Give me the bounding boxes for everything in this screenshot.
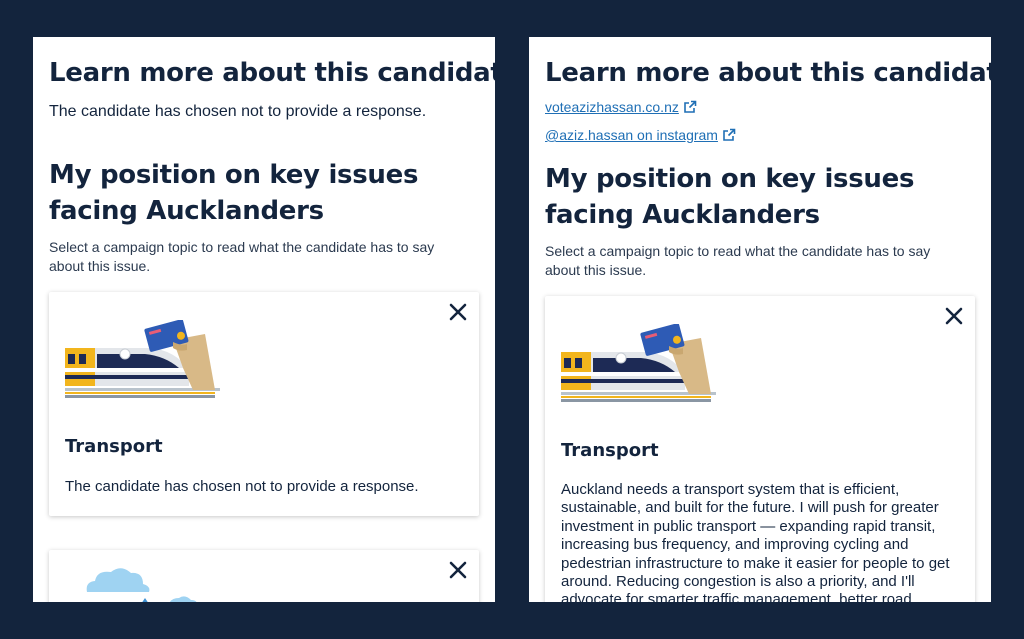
website-link-label[interactable]: voteazizhassan.co.nz <box>545 99 679 115</box>
train-card-illustration <box>561 324 716 402</box>
cloud-illustration <box>86 568 197 602</box>
close-icon[interactable] <box>447 301 469 323</box>
select-topic-text: Select a campaign topic to read what the… <box>49 239 435 274</box>
card-body: The candidate has chosen not to provide … <box>65 478 419 495</box>
topic-card-transport[interactable]: Transport Auckland needs a transport sys… <box>545 296 975 602</box>
select-topic-text: Select a campaign topic to read what the… <box>545 243 931 278</box>
external-link-icon <box>723 128 736 141</box>
learn-more-heading: Learn more about this candidate <box>545 58 991 88</box>
no-response-text: The candidate has chosen not to provide … <box>49 103 427 120</box>
close-icon[interactable] <box>943 305 965 327</box>
topic-card-transport[interactable]: Transport The candidate has chosen not t… <box>49 292 479 516</box>
card-body: Auckland needs a transport system that i… <box>561 481 950 602</box>
candidate-panel-left: Learn more about this candidate The cand… <box>33 37 495 602</box>
website-link[interactable]: voteazizhassan.co.nz <box>545 98 697 116</box>
topic-card-next[interactable] <box>49 550 479 602</box>
card-title: Transport <box>561 440 659 461</box>
card-title: Transport <box>65 436 163 457</box>
instagram-link-label[interactable]: @aziz.hassan on instagram <box>545 127 718 143</box>
position-heading: My position on key issues facing Aucklan… <box>545 164 915 230</box>
learn-more-heading: Learn more about this candidate <box>49 58 495 88</box>
external-link-icon <box>684 100 697 113</box>
candidate-panel-right: Learn more about this candidate voteaziz… <box>529 37 991 602</box>
train-card-illustration <box>65 320 220 398</box>
close-icon[interactable] <box>447 559 469 581</box>
position-heading: My position on key issues facing Aucklan… <box>49 160 419 226</box>
instagram-link[interactable]: @aziz.hassan on instagram <box>545 126 736 144</box>
